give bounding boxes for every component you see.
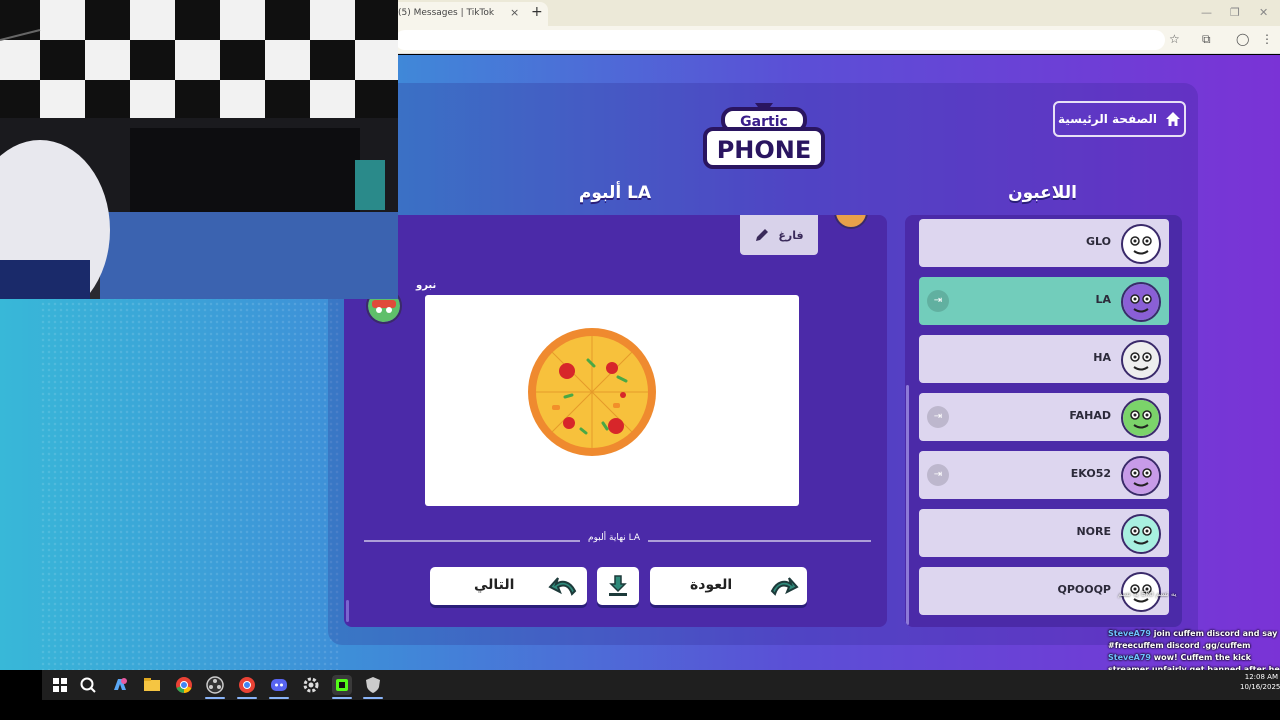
browser-menu-icon[interactable]: ⋮ [1261,32,1273,46]
search-icon[interactable] [78,675,98,695]
album-panel: فارغ نبرو نهاية ألبوم LA التالي العودة [344,215,887,627]
security-shield-icon[interactable] [363,675,383,695]
chrome-profile-icon[interactable] [237,675,257,695]
address-bar[interactable] [395,30,1165,50]
next-button[interactable]: التالي [430,567,587,605]
gartic-phone-logo: Gartic PHONE [703,101,825,173]
background-dots [40,295,340,670]
author-name: نبرو [416,280,437,291]
tab-close-icon[interactable]: × [510,6,519,19]
chrome-icon[interactable] [174,675,194,695]
chat-user: SteveA79 [1108,629,1151,638]
player-row[interactable]: ⇥ LA [919,277,1169,325]
logo-text-bottom: PHONE [717,136,812,164]
entry-avatar [834,215,868,229]
album-scrollbar[interactable] [346,600,349,622]
bookmark-star-icon[interactable]: ☆ [1169,32,1180,46]
download-icon [609,575,627,596]
players-panel: GLO ⇥ LA HA ⇥ FAHAD ⇥ EKO52 NORE QPOOQP [905,215,1182,627]
profile-icon[interactable]: ◯ [1236,32,1249,46]
album-title: ألبوم LA [578,183,652,203]
player-avatar [1121,224,1161,264]
discord-icon[interactable] [269,675,289,695]
empty-entry-card: فارغ [740,215,818,255]
chat-message: SteveA79 join cuffem discord and say #fr… [1108,628,1280,652]
kick-player-icon[interactable]: ⇥ [927,406,949,428]
player-avatar [1121,340,1161,380]
pizza-drawing [528,328,656,456]
player-name: QPOOQP [1057,583,1111,596]
player-avatar [1121,398,1161,438]
home-icon [1166,112,1181,126]
empty-label: فارغ [778,228,804,242]
copilot-icon[interactable] [110,675,130,695]
file-explorer-icon[interactable] [142,675,162,695]
clock-date: 10/16/2025 [1240,683,1280,691]
restore-icon[interactable]: ❐ [1230,6,1240,19]
minimize-icon[interactable]: — [1201,6,1212,19]
player-row[interactable]: GLO [919,219,1169,267]
player-name: FAHAD [1069,409,1111,422]
chat-faint-line: يه تسم Eko يه تسم [1118,590,1177,598]
taskbar [42,670,1280,700]
pencil-icon [756,229,769,241]
taskbar-active-indicator [205,697,225,699]
obs-icon[interactable] [205,675,225,695]
taskbar-active-indicator [363,697,383,699]
kick-player-icon[interactable]: ⇥ [927,464,949,486]
settings-icon[interactable] [301,675,321,695]
drawing-card [425,295,799,506]
player-name: GLO [1086,235,1111,248]
next-arrow-icon [548,577,577,596]
player-row[interactable]: ⇥ FAHAD [919,393,1169,441]
players-scrollbar[interactable] [906,385,909,625]
taskbar-active-indicator [269,697,289,699]
back-button[interactable]: العودة [650,567,807,605]
close-window-icon[interactable]: ✕ [1259,6,1268,19]
player-name: NORE [1076,525,1111,538]
next-button-label: التالي [474,577,515,593]
back-button-label: العودة [690,577,733,593]
player-name: LA [1095,293,1111,306]
player-name: HA [1093,351,1111,364]
home-button-label: الصفحة الرئيسية [1057,112,1158,126]
start-icon[interactable] [50,675,70,695]
player-row[interactable]: HA [919,335,1169,383]
player-avatar [1121,456,1161,496]
screen: (5) Messages | TikTok × + — ❐ ✕ ☆ ⧉ ◯ ⋮ … [0,0,1280,720]
webcam-feed [0,0,398,299]
chat-user: SteveA79 [1108,653,1151,662]
back-arrow-icon [770,577,799,596]
download-button[interactable] [597,567,639,605]
taskbar-active-indicator [237,697,257,699]
clock-time: 12:08 AM [1244,673,1278,681]
players-title: اللاعبون [1008,183,1077,203]
streaming-app-icon[interactable] [332,675,352,695]
player-avatar [1121,282,1161,322]
webcam-overlay [0,0,398,299]
tab-title: (5) Messages | TikTok [398,8,495,18]
player-row[interactable]: NORE [919,509,1169,557]
album-end-label: نهاية ألبوم LA [580,533,649,543]
player-row[interactable]: ⇥ EKO52 [919,451,1169,499]
extensions-icon[interactable]: ⧉ [1202,32,1211,47]
taskbar-clock: 12:08 AM 10/16/2025 [1240,672,1280,692]
new-tab-icon[interactable]: + [531,4,543,20]
taskbar-active-indicator [332,697,352,699]
browser-tab[interactable]: (5) Messages | TikTok [380,2,548,26]
player-name: EKO52 [1070,467,1111,480]
player-avatar [1121,514,1161,554]
home-button[interactable]: الصفحة الرئيسية [1053,101,1186,137]
kick-player-icon[interactable]: ⇥ [927,290,949,312]
